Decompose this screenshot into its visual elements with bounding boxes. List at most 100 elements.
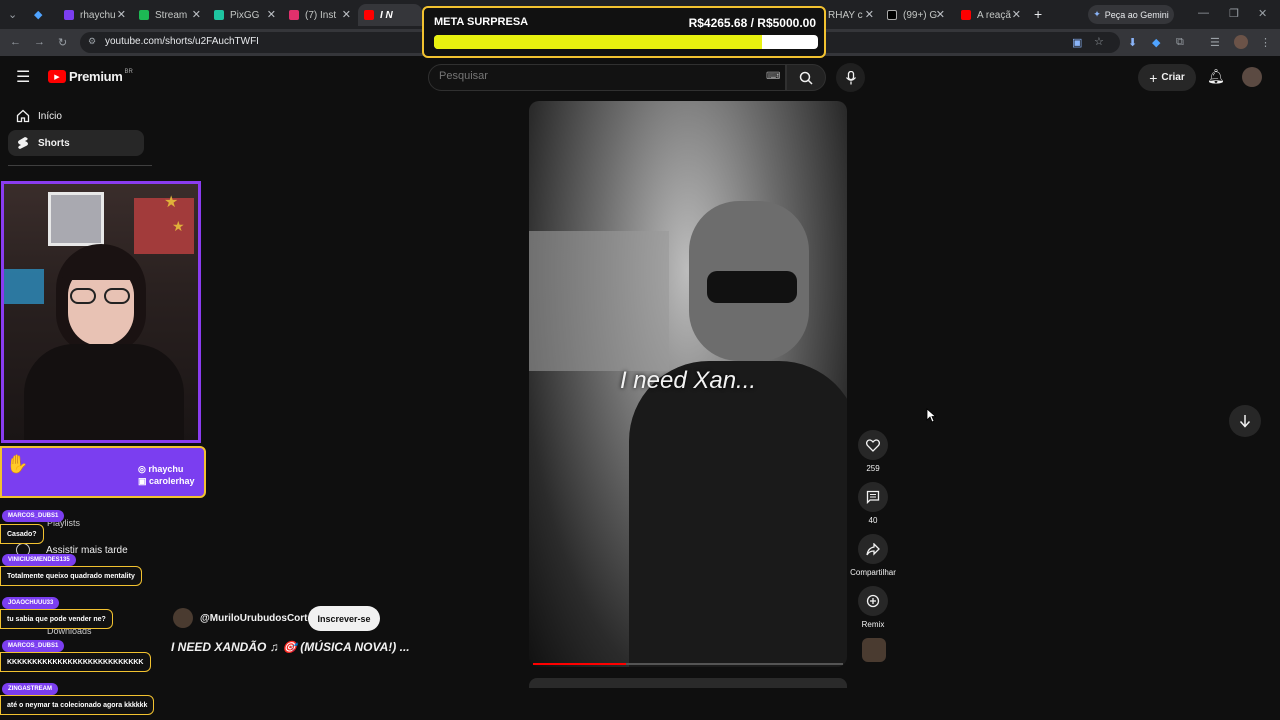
gemini-label: Peça ao Gemini	[1104, 9, 1169, 20]
plus-icon: +	[1149, 69, 1158, 86]
glasses-left	[70, 288, 96, 304]
video-progress-track[interactable]	[533, 663, 843, 665]
mascot-icon: ✋	[6, 454, 29, 474]
browser-tab[interactable]: (7) Inst ✕	[283, 4, 357, 26]
minimize-icon[interactable]: —	[1198, 7, 1209, 19]
youtube-handle: ▣ carolerhay	[138, 476, 195, 486]
browser-tab[interactable]: RHAY c ✕	[826, 4, 880, 26]
site-info-icon[interactable]: ⚙	[88, 36, 96, 47]
tab-favicon	[64, 10, 74, 20]
browser-tab[interactable]: (99+) G ✕	[881, 4, 951, 26]
goal-progress-fill	[434, 35, 762, 49]
keyboard-icon[interactable]: ⌨	[766, 71, 780, 82]
youtube-header: ☰ ▶ Premium BR ⌨ + Criar 🔔︎	[0, 56, 1280, 100]
download-icon[interactable]: ⬇	[1128, 36, 1137, 49]
create-button[interactable]: + Criar	[1138, 64, 1196, 91]
chat-username: MARCOS_DUBS1	[2, 510, 65, 522]
cast-icon[interactable]: ▣	[1072, 36, 1082, 49]
browser-tab[interactable]: Stream ✕	[133, 4, 207, 26]
comment-icon	[858, 482, 888, 512]
close-icon[interactable]: ✕	[342, 8, 351, 21]
voice-search-button[interactable]	[836, 63, 865, 92]
youtube-logo[interactable]: ▶ Premium BR	[48, 69, 133, 84]
sidebar-item-label: Shorts	[38, 137, 70, 149]
sidebar-item-shorts[interactable]: Shorts	[8, 130, 144, 156]
browser-tab[interactable]: A reaçã ✕	[955, 4, 1027, 26]
search-button[interactable]	[786, 64, 826, 91]
account-avatar[interactable]	[1242, 67, 1262, 87]
close-icon[interactable]: ✕	[936, 8, 945, 21]
tab-label: PixGG	[230, 9, 260, 21]
browser-tab[interactable]: rhaychu ✕	[58, 4, 132, 26]
sound-thumbnail[interactable]	[862, 638, 886, 662]
chat-message: até o neymar ta colecionado agora kkkkkk	[0, 695, 155, 715]
social-handles-overlay: ✋ ◎ rhaychu ▣ carolerhay	[0, 446, 206, 498]
forward-icon[interactable]: →	[34, 36, 45, 48]
chat-message: KKKKKKKKKKKKKKKKKKKKKKKKKKK	[0, 652, 151, 672]
like-button[interactable]: 259	[848, 430, 898, 473]
next-short-button[interactable]	[1229, 405, 1261, 437]
search-input[interactable]	[439, 70, 739, 82]
share-icon	[858, 534, 888, 564]
goal-progress-track	[434, 35, 818, 49]
close-icon[interactable]: ✕	[1012, 8, 1021, 21]
pinned-tab-icon[interactable]: ◆	[34, 8, 42, 21]
short-title[interactable]: I NEED XANDÃO ♫ 🎯 (MÚSICA NOVA!) ...	[171, 640, 410, 654]
search-box[interactable]: ⌨	[428, 64, 786, 91]
extension-gem-icon[interactable]: ◆	[1152, 36, 1160, 49]
subscribe-button[interactable]: Inscrever-se	[308, 606, 380, 631]
gemini-button[interactable]: ✦ Peça ao Gemini	[1088, 5, 1174, 24]
remix-label: Remix	[861, 620, 885, 629]
close-icon[interactable]: ✕	[117, 8, 126, 21]
notifications-bell-icon[interactable]: 🔔︎	[1207, 68, 1225, 85]
chat-message: Totalmente queixo quadrado mentality	[0, 566, 142, 586]
create-label: Criar	[1161, 72, 1185, 83]
close-window-icon[interactable]: ✕	[1258, 7, 1267, 20]
share-button[interactable]: Compartilhar	[848, 534, 898, 577]
tab-favicon	[887, 10, 897, 20]
close-icon[interactable]: ✕	[192, 8, 201, 21]
star-decoration-icon: ★	[164, 194, 179, 211]
browser-tab[interactable]: PixGG ✕	[208, 4, 282, 26]
url-text: youtube.com/shorts/u2FAuchTWFI	[105, 36, 259, 47]
remix-button[interactable]: Remix	[848, 586, 898, 629]
background-light	[4, 269, 44, 304]
reload-icon[interactable]: ↻	[58, 36, 67, 49]
chat-username: VINICIUSMENDES135	[2, 554, 76, 566]
shorts-icon	[8, 136, 38, 150]
tab-favicon	[364, 10, 374, 20]
tab-label: rhaychu	[80, 9, 116, 21]
like-count: 259	[866, 464, 880, 473]
tab-search-icon[interactable]: ⌄	[8, 8, 17, 21]
comment-button[interactable]: 40	[848, 482, 898, 525]
microphone-icon	[845, 70, 856, 84]
maximize-icon[interactable]: ❐	[1229, 7, 1239, 20]
video-caption: I need Xan...	[619, 367, 757, 394]
tab-list-icon[interactable]: ☰	[1210, 36, 1220, 49]
comment-count: 40	[868, 516, 878, 525]
back-icon[interactable]: ←	[10, 36, 21, 48]
arrow-down-icon	[1239, 415, 1251, 428]
next-short-preview[interactable]	[529, 678, 847, 688]
tab-label: RHAY c	[828, 9, 863, 21]
bookmark-star-icon[interactable]: ☆	[1094, 35, 1104, 48]
new-tab-button[interactable]: +	[1034, 6, 1042, 22]
star-decoration-icon: ★	[172, 218, 185, 234]
home-icon	[8, 109, 38, 123]
profile-avatar[interactable]	[1234, 35, 1248, 49]
close-icon[interactable]: ✕	[267, 8, 276, 21]
channel-name[interactable]: @MuriloUrubudosCortes	[200, 613, 319, 624]
youtube-play-icon: ▶	[48, 70, 66, 83]
extensions-icon[interactable]: ⧉	[1176, 36, 1184, 49]
browser-tab-active[interactable]: I N	[358, 4, 422, 26]
glasses-right	[104, 288, 130, 304]
channel-avatar[interactable]	[173, 608, 193, 628]
hamburger-menu-icon[interactable]: ☰	[16, 67, 30, 87]
sidebar-item-home[interactable]: Início	[8, 103, 144, 129]
share-label: Compartilhar	[850, 568, 896, 577]
close-icon[interactable]: ✕	[865, 8, 874, 21]
menu-kebab-icon[interactable]: ⋮	[1260, 36, 1271, 49]
tab-favicon	[139, 10, 149, 20]
video-progress-fill	[533, 663, 626, 665]
short-video-player[interactable]: I need Xan...	[529, 101, 847, 667]
